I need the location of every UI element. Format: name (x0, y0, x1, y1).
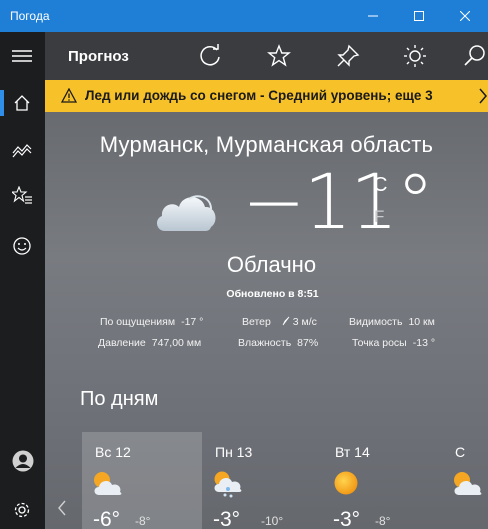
partly-cloudy-icon (454, 472, 482, 495)
day-low: -8° (135, 514, 151, 528)
warning-icon (61, 88, 77, 103)
pressure-label: Давление (98, 337, 146, 349)
pressure-value: 747,00 мм (151, 337, 202, 349)
weather-alert-banner[interactable]: Лед или дождь со снегом - Средний уровен… (45, 80, 488, 112)
humidity: Влажность 87% (238, 337, 318, 349)
user-avatar-icon (12, 450, 34, 472)
home-icon (14, 95, 30, 111)
sidebar-item-maps[interactable] (0, 126, 45, 172)
visibility-value: 10 км (408, 316, 435, 328)
pin-button[interactable] (336, 44, 362, 70)
feels-like-label: По ощущениям (100, 316, 176, 328)
main-content: Прогноз Лед или дождь со снегом - Средни… (45, 32, 488, 529)
chart-icon (12, 144, 32, 158)
search-icon (464, 45, 485, 66)
wind-direction-icon (282, 316, 290, 326)
unit-celsius-toggle[interactable]: C (373, 174, 387, 197)
sidebar-item-life[interactable] (0, 222, 45, 268)
dew-point-value: -13 ° (412, 337, 436, 349)
favorite-button[interactable] (267, 44, 293, 70)
current-condition: Облачно (226, 252, 317, 277)
window-title: Погода (10, 9, 50, 23)
search-button[interactable] (463, 44, 488, 70)
day-low: -10° (261, 514, 284, 528)
smiley-icon (13, 237, 31, 255)
updated-time: Обновлено в 8:51 (226, 288, 319, 300)
close-icon (460, 11, 470, 21)
sidebar (0, 32, 45, 529)
humidity-label: Влажность (238, 337, 292, 349)
dew-point-label: Точка росы (352, 337, 407, 349)
theme-button[interactable] (403, 44, 429, 70)
visibility: Видимость 10 км (349, 316, 435, 328)
dew-point: Точка росы -13 ° (352, 337, 435, 349)
minimize-button[interactable] (350, 0, 396, 32)
star-icon (267, 44, 291, 67)
refresh-button[interactable] (198, 44, 224, 70)
daily-section-title: По дням (80, 388, 159, 410)
hamburger-menu-button[interactable] (0, 34, 45, 80)
title-bar: Погода (0, 0, 488, 32)
pressure: Давление 747,00 мм (98, 337, 201, 349)
feels-like-value: -17 ° (181, 316, 204, 328)
refresh-icon (200, 44, 220, 66)
page-title: Прогноз (68, 48, 129, 65)
day-card[interactable]: Пн 13 -3° -10° (202, 432, 322, 529)
hamburger-icon (12, 50, 32, 62)
gear-icon (14, 502, 30, 518)
visibility-label: Видимость (349, 316, 403, 328)
day-label: Пн 13 (215, 444, 253, 460)
maximize-icon (414, 11, 424, 21)
day-card[interactable]: Вт 14 -3° -8° (322, 432, 442, 529)
account-button[interactable] (0, 436, 45, 482)
sidebar-item-forecast[interactable] (0, 80, 45, 126)
chevron-right-icon[interactable] (477, 86, 488, 106)
unit-fahrenheit-toggle[interactable]: F (374, 207, 384, 227)
wind-label: Ветер (242, 316, 271, 328)
minimize-icon (368, 15, 378, 17)
snow-cloud-icon (214, 471, 242, 498)
day-card[interactable]: С (442, 432, 488, 529)
humidity-value: 87% (297, 337, 319, 349)
current-temperature: −11° (242, 157, 434, 246)
day-label: Вс 12 (95, 444, 131, 460)
day-low: -8° (375, 514, 391, 528)
cloudy-icon (156, 195, 216, 231)
day-high: -6° (93, 508, 121, 529)
feels-like: По ощущениям -17 ° (100, 316, 203, 328)
day-label: Вт 14 (335, 444, 370, 460)
day-high: -3° (333, 508, 361, 529)
chevron-left-icon[interactable] (57, 500, 67, 516)
toolbar: Прогноз (45, 32, 488, 80)
wind-value: 3 м/с (292, 316, 317, 328)
day-label: С (455, 444, 466, 460)
wind: Ветер 3 м/с (242, 316, 317, 328)
settings-button[interactable] (0, 486, 45, 529)
maximize-button[interactable] (396, 0, 442, 32)
day-card[interactable]: Вс 12 -6° -8° (82, 432, 202, 529)
close-button[interactable] (442, 0, 488, 32)
pin-icon (337, 44, 360, 67)
location-name: Мурманск, Мурманская область (99, 132, 434, 157)
day-high: -3° (213, 508, 241, 529)
sun-icon (334, 471, 358, 495)
favorites-list-icon (12, 186, 32, 204)
sidebar-item-favorites[interactable] (0, 172, 45, 218)
partly-cloudy-icon (94, 472, 122, 495)
sun-outline-icon (404, 45, 426, 67)
alert-text: Лед или дождь со снегом - Средний уровен… (85, 88, 433, 103)
